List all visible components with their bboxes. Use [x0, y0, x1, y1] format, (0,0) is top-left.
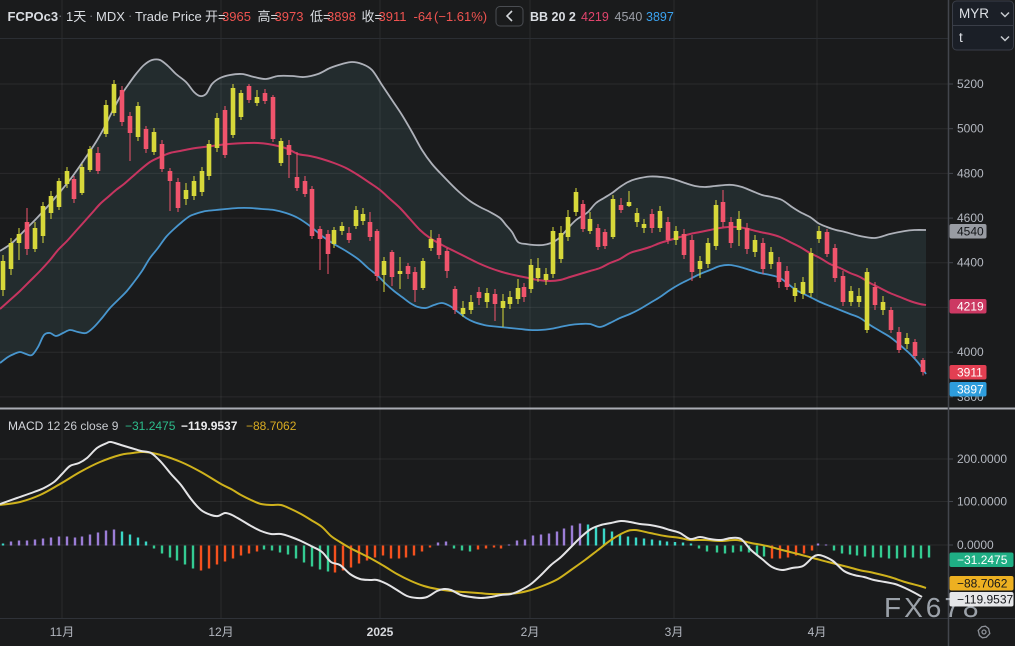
svg-text:1天: 1天	[66, 9, 86, 24]
svg-text:4540: 4540	[615, 10, 643, 24]
svg-text:12月: 12月	[208, 625, 233, 639]
svg-text:·: ·	[128, 8, 132, 23]
svg-text:−31.2475: −31.2475	[125, 419, 176, 433]
svg-text:4000: 4000	[957, 345, 984, 359]
svg-text:200.0000: 200.0000	[957, 452, 1007, 466]
svg-text:5000: 5000	[957, 122, 984, 136]
svg-text:2月: 2月	[521, 625, 540, 639]
svg-text:100.0000: 100.0000	[957, 495, 1007, 509]
svg-text:MYR: MYR	[959, 6, 989, 21]
svg-text:12 26 close 9: 12 26 close 9	[47, 419, 119, 433]
svg-text:4219: 4219	[957, 299, 984, 313]
svg-text:BB 20 2: BB 20 2	[530, 10, 576, 24]
svg-text:3911: 3911	[379, 9, 407, 24]
svg-text:MACD: MACD	[8, 419, 44, 433]
svg-text:t: t	[959, 30, 963, 45]
svg-text:4600: 4600	[957, 211, 984, 225]
svg-text:−88.7062: −88.7062	[957, 576, 1008, 590]
svg-text:3965: 3965	[222, 9, 251, 24]
svg-text:3973: 3973	[275, 9, 304, 24]
svg-text:3911: 3911	[957, 365, 983, 379]
svg-text:(−1.61%): (−1.61%)	[434, 9, 487, 24]
svg-text:−119.9537: −119.9537	[181, 419, 238, 433]
svg-text:MDX: MDX	[96, 9, 125, 24]
svg-text:−119.9537: −119.9537	[957, 592, 1013, 606]
svg-text:·: ·	[89, 8, 93, 23]
svg-text:3898: 3898	[327, 9, 356, 24]
svg-text:·: ·	[58, 8, 62, 23]
svg-text:4800: 4800	[957, 166, 984, 180]
svg-text:Trade Price: Trade Price	[135, 9, 202, 24]
svg-text:11月: 11月	[50, 625, 74, 639]
svg-text:4219: 4219	[581, 10, 609, 24]
svg-text:−88.7062: −88.7062	[246, 419, 297, 433]
svg-text:4540: 4540	[957, 224, 984, 238]
svg-text:3897: 3897	[957, 382, 984, 396]
svg-text:-64: -64	[414, 9, 433, 24]
svg-text:5200: 5200	[957, 77, 984, 91]
svg-text:−31.2475: −31.2475	[957, 553, 1008, 567]
svg-text:4月: 4月	[808, 625, 827, 639]
svg-text:0.0000: 0.0000	[957, 538, 994, 552]
svg-text:2025: 2025	[367, 625, 394, 639]
svg-text:3897: 3897	[646, 10, 674, 24]
svg-text:4400: 4400	[957, 256, 984, 270]
svg-text:3月: 3月	[665, 625, 684, 639]
svg-text:FCPOc3: FCPOc3	[8, 9, 59, 24]
